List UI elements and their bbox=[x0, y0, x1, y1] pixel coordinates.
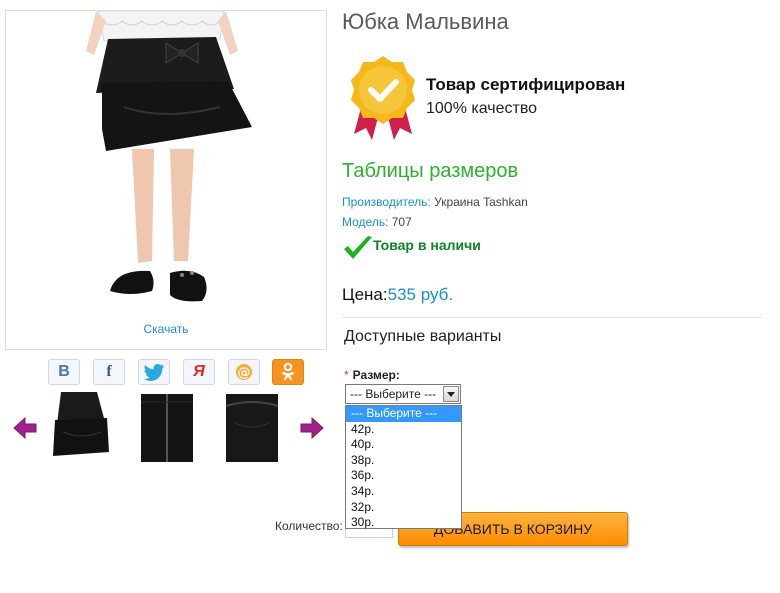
thumbnail-2[interactable] bbox=[139, 392, 195, 464]
prev-arrow-icon[interactable] bbox=[12, 416, 38, 440]
model-row: Модель: 707 bbox=[342, 215, 412, 229]
manufacturer-value: Украина Tashkan bbox=[434, 195, 528, 209]
checkmark-icon bbox=[344, 236, 372, 259]
certificate-title: Товар сертифицирован bbox=[426, 75, 626, 94]
size-label-text: Размер: bbox=[352, 368, 400, 382]
mail-icon[interactable]: @ bbox=[228, 359, 260, 385]
certificate-subtitle: 100% качество bbox=[426, 100, 538, 117]
odnoklassniki-icon[interactable] bbox=[272, 359, 304, 385]
product-image-frame[interactable]: Скачать bbox=[5, 10, 327, 350]
size-option[interactable]: 30р. bbox=[346, 515, 461, 531]
size-option[interactable]: --- Выберите --- bbox=[346, 406, 461, 422]
size-label: * Размер: bbox=[344, 368, 400, 382]
size-select-value: --- Выберите --- bbox=[350, 387, 437, 401]
size-option[interactable]: 40р. bbox=[346, 437, 461, 453]
stock-status: Товар в наличи bbox=[373, 237, 481, 253]
variants-heading: Доступные варианты bbox=[344, 328, 502, 345]
size-select[interactable]: --- Выберите --- bbox=[345, 384, 461, 404]
size-option[interactable]: 34р. bbox=[346, 484, 461, 500]
divider bbox=[342, 317, 762, 318]
facebook-icon[interactable]: f bbox=[93, 359, 125, 385]
download-link[interactable]: Скачать bbox=[6, 322, 326, 336]
size-option[interactable]: 38р. bbox=[346, 453, 461, 469]
size-chart-link[interactable]: Таблицы размеров bbox=[342, 160, 518, 183]
size-dropdown-list[interactable]: --- Выберите --- 42р. 40р. 38р. 36р. 34р… bbox=[345, 405, 462, 529]
product-photo[interactable] bbox=[6, 11, 326, 311]
size-option[interactable]: 36р. bbox=[346, 468, 461, 484]
model-value: 707 bbox=[391, 215, 412, 229]
thumbnail-3[interactable] bbox=[224, 392, 280, 464]
required-mark: * bbox=[344, 368, 349, 382]
twitter-icon[interactable] bbox=[138, 359, 170, 385]
vk-icon[interactable]: В bbox=[48, 359, 80, 385]
thumbnail-1[interactable] bbox=[53, 392, 109, 464]
next-arrow-icon[interactable] bbox=[299, 416, 325, 440]
product-title: Юбка Мальвина bbox=[342, 9, 509, 34]
price-label: Цена: bbox=[342, 285, 388, 304]
quantity-label: Количество: bbox=[275, 519, 343, 533]
svg-text:@: @ bbox=[238, 366, 251, 381]
size-option[interactable]: 32р. bbox=[346, 500, 461, 516]
manufacturer-key[interactable]: Производитель: bbox=[342, 195, 431, 209]
manufacturer-row: Производитель: Украина Tashkan bbox=[342, 195, 528, 209]
price-row: Цена:535 руб. bbox=[342, 285, 453, 305]
size-option[interactable]: 42р. bbox=[346, 422, 461, 438]
model-key: Модель: bbox=[342, 215, 389, 229]
certified-badge-icon bbox=[351, 56, 415, 140]
yandex-icon[interactable]: Я bbox=[183, 359, 215, 385]
price-value: 535 руб. bbox=[387, 285, 454, 304]
chevron-down-icon[interactable] bbox=[443, 386, 459, 402]
